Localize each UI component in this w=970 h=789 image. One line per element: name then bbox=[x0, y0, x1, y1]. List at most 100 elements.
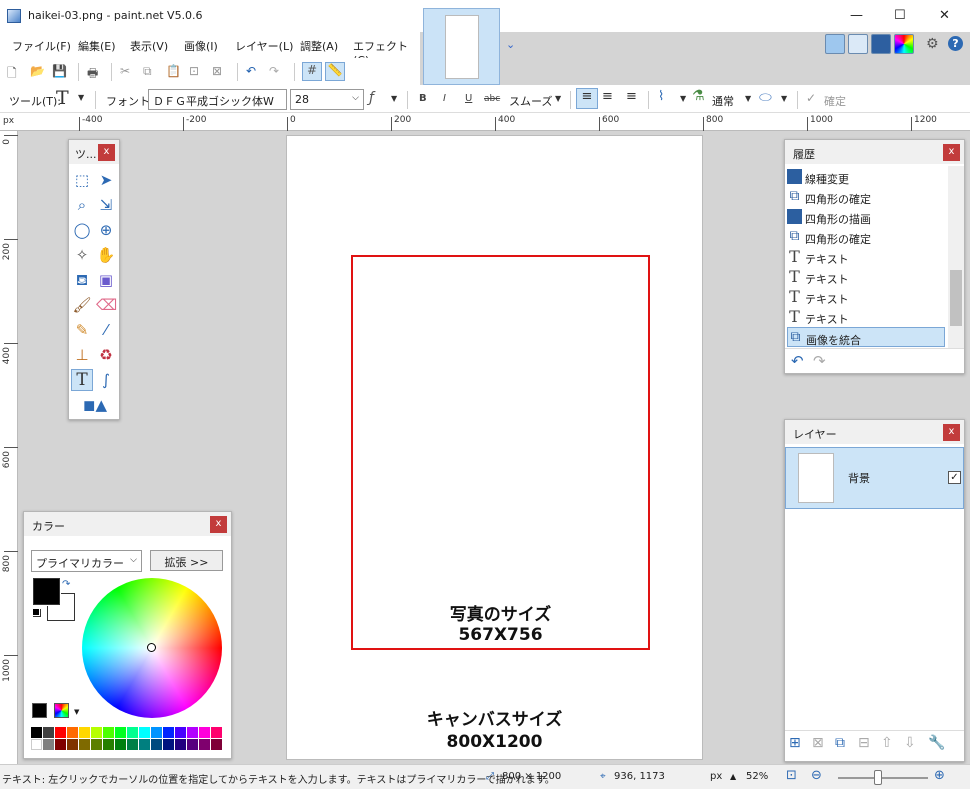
layers-panel-close-button[interactable]: x bbox=[943, 424, 960, 441]
image-list-chevron-icon[interactable]: ⌄ bbox=[506, 38, 515, 51]
color-picker-icon[interactable]: ⁄ bbox=[96, 320, 116, 340]
menu-file[interactable]: ファイル(F) bbox=[12, 38, 71, 54]
color-wheel[interactable] bbox=[82, 578, 222, 718]
history-item[interactable]: 線種変更 bbox=[787, 167, 945, 187]
add-layer-icon[interactable]: ⊞ bbox=[789, 735, 801, 751]
move-layer-up-icon[interactable]: ⇧ bbox=[881, 735, 893, 751]
pencil-icon[interactable]: ✎ bbox=[72, 320, 92, 340]
history-item[interactable]: ⧉ 四角形の確定 bbox=[787, 187, 945, 207]
commit-button[interactable]: 確定 bbox=[824, 93, 846, 109]
menu-image[interactable]: 画像(I) bbox=[184, 38, 218, 54]
tools-window-icon[interactable] bbox=[825, 34, 845, 54]
add-palette-color-icon[interactable] bbox=[32, 703, 47, 718]
commit-check-icon[interactable]: ✓ bbox=[806, 91, 816, 105]
unit-chevron-icon[interactable]: ▲ bbox=[730, 772, 736, 781]
undo-icon[interactable]: ↶ bbox=[246, 64, 256, 78]
new-file-icon[interactable]: 🗋 bbox=[7, 64, 17, 85]
menu-adjustments[interactable]: 調整(A) bbox=[300, 38, 338, 54]
ellipse-select-icon[interactable]: ◯ bbox=[72, 220, 92, 240]
image-tab-thumbnail[interactable] bbox=[423, 8, 500, 85]
history-window-icon[interactable] bbox=[848, 34, 868, 54]
move-layer-down-icon[interactable]: ⇩ bbox=[904, 735, 916, 751]
maximize-button[interactable]: ☐ bbox=[894, 8, 906, 23]
shapes-icon[interactable]: ◼▲ bbox=[77, 395, 113, 415]
paste-icon[interactable]: 📋 bbox=[166, 64, 181, 78]
magic-wand-icon[interactable]: ✧ bbox=[72, 245, 92, 265]
paintbrush-icon[interactable]: 🖌 bbox=[72, 295, 92, 315]
align-right-button[interactable]: ≡ bbox=[626, 89, 637, 104]
font-family-select[interactable]: ＤＦＧ平成ゴシック体W bbox=[148, 89, 287, 110]
zoom-to-window-icon[interactable]: ⊡ bbox=[786, 768, 797, 783]
close-button[interactable]: ✕ bbox=[939, 8, 950, 23]
deselect-icon[interactable]: ⊠ bbox=[212, 64, 222, 78]
italic-button[interactable]: I bbox=[443, 93, 446, 104]
selection-mode-icon[interactable]: ⌇ bbox=[658, 89, 664, 104]
palette-menu-chevron-icon[interactable]: ▼ bbox=[74, 708, 79, 716]
rulers-toggle-icon[interactable]: 📏 bbox=[325, 62, 345, 81]
move-selection-icon[interactable]: ⇲ bbox=[96, 195, 116, 215]
primary-color-swatch[interactable] bbox=[33, 578, 60, 605]
blend-mode-select[interactable]: 通常 bbox=[712, 93, 734, 109]
history-scrollbar-thumb[interactable] bbox=[950, 270, 962, 326]
delete-layer-icon[interactable]: ⊠ bbox=[812, 735, 824, 751]
unit-select[interactable]: px bbox=[710, 771, 722, 782]
history-item[interactable]: T テキスト bbox=[787, 307, 945, 327]
move-selected-icon[interactable]: ➤ bbox=[96, 170, 116, 190]
history-item[interactable]: T テキスト bbox=[787, 267, 945, 287]
layer-properties-icon[interactable]: 🔧 bbox=[928, 735, 945, 751]
align-center-button[interactable]: ≡ bbox=[602, 89, 613, 104]
zoom-slider-thumb[interactable] bbox=[874, 770, 882, 785]
antialias-chevron-icon[interactable]: ▼ bbox=[555, 94, 561, 103]
zoom-icon[interactable]: ⊕ bbox=[96, 220, 116, 240]
history-panel-close-button[interactable]: x bbox=[943, 144, 960, 161]
history-undo-icon[interactable]: ↶ bbox=[791, 352, 804, 370]
rectangle-select-icon[interactable]: ⬚ bbox=[72, 170, 92, 190]
minimize-button[interactable]: — bbox=[850, 8, 863, 23]
align-left-button[interactable]: ≡ bbox=[576, 88, 598, 109]
zoom-level[interactable]: 52% bbox=[746, 771, 768, 782]
color-palette[interactable] bbox=[31, 727, 226, 751]
history-item[interactable]: ⧉ 四角形の確定 bbox=[787, 227, 945, 247]
grid-toggle-icon[interactable]: # bbox=[302, 62, 322, 81]
merge-layer-down-icon[interactable]: ⊟ bbox=[858, 735, 870, 751]
redo-icon[interactable]: ↷ bbox=[269, 64, 279, 78]
selection-mode-chevron-icon[interactable]: ▼ bbox=[680, 94, 686, 103]
expand-button[interactable]: 拡張 >> bbox=[150, 550, 223, 571]
colors-window-icon[interactable] bbox=[894, 34, 914, 54]
text-tool-selected-icon[interactable]: T bbox=[71, 369, 93, 391]
zoom-out-icon[interactable]: ⊖ bbox=[811, 768, 822, 783]
palette-menu-icon[interactable] bbox=[54, 703, 69, 718]
colors-panel-close-button[interactable]: x bbox=[210, 516, 227, 533]
blend-mode-chevron-icon[interactable]: ▼ bbox=[745, 94, 751, 103]
history-item[interactable]: T テキスト bbox=[787, 247, 945, 267]
help-icon[interactable]: ? bbox=[948, 36, 963, 51]
pan-icon[interactable]: ✋ bbox=[96, 245, 116, 265]
zoom-in-icon[interactable]: ⊕ bbox=[934, 768, 945, 783]
font-size-select[interactable]: 28 ⌵ bbox=[290, 89, 364, 110]
tool-dropdown-chevron-icon[interactable]: ▼ bbox=[78, 93, 84, 102]
antialias-select[interactable]: スムーズ bbox=[509, 93, 552, 109]
text-tool-icon[interactable]: T bbox=[56, 87, 69, 109]
gradient-icon[interactable]: ▣ bbox=[96, 270, 116, 290]
color-wheel-cursor[interactable] bbox=[147, 643, 156, 652]
underline-button[interactable]: U bbox=[465, 93, 472, 104]
copy-icon[interactable]: ⧉ bbox=[143, 64, 152, 79]
clone-stamp-icon[interactable]: ⊥ bbox=[72, 345, 92, 365]
layer-visible-checkbox[interactable]: ✓ bbox=[948, 471, 961, 484]
color-mode-select[interactable]: プライマリカラー ⌵ bbox=[31, 550, 142, 572]
settings-gear-icon[interactable]: ⚙ bbox=[926, 36, 939, 52]
history-item[interactable]: 四角形の描画 bbox=[787, 207, 945, 227]
history-redo-icon[interactable]: ↷ bbox=[813, 352, 826, 370]
save-icon[interactable]: 💾 bbox=[52, 64, 67, 78]
history-item-selected[interactable]: ⧉ 画像を統合 bbox=[787, 327, 945, 347]
swap-colors-icon[interactable]: ↷ bbox=[62, 579, 70, 590]
antialiasing-icon[interactable]: ⬭ bbox=[759, 88, 772, 106]
duplicate-layer-icon[interactable]: ⧉ bbox=[835, 735, 845, 751]
layer-row-background[interactable]: 背景 ✓ bbox=[785, 447, 964, 509]
layers-window-icon[interactable] bbox=[871, 34, 891, 54]
lasso-select-icon[interactable]: ⌕ bbox=[72, 195, 92, 215]
menu-view[interactable]: 表示(V) bbox=[130, 38, 168, 54]
menu-layers[interactable]: レイヤー(L) bbox=[235, 38, 293, 54]
menu-edit[interactable]: 編集(E) bbox=[78, 38, 116, 54]
history-scrollbar[interactable] bbox=[948, 166, 964, 348]
